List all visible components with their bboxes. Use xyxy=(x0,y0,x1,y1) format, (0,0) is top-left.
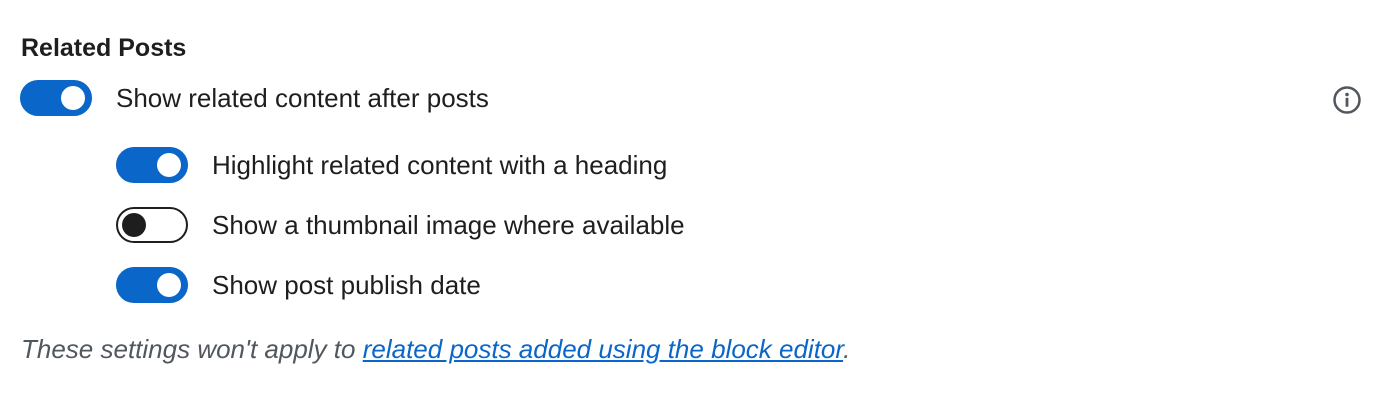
settings-note: These settings won't apply to related po… xyxy=(21,331,850,367)
show-publish-date-label: Show post publish date xyxy=(212,270,481,300)
toggle-knob xyxy=(157,153,181,177)
note-suffix: . xyxy=(843,334,851,364)
show-publish-date-toggle[interactable] xyxy=(116,267,188,303)
publish-date-row: Show post publish date xyxy=(116,267,481,303)
toggle-knob xyxy=(157,273,181,297)
thumbnail-row: Show a thumbnail image where available xyxy=(116,207,685,243)
section-title: Related Posts xyxy=(21,34,187,62)
note-prefix: These settings won't apply to xyxy=(21,334,363,364)
show-related-content-label: Show related content after posts xyxy=(116,83,489,113)
block-editor-link[interactable]: related posts added using the block edit… xyxy=(363,334,843,364)
toggle-knob xyxy=(122,213,146,237)
highlight-heading-row: Highlight related content with a heading xyxy=(116,147,667,183)
info-icon[interactable] xyxy=(1332,85,1362,115)
show-thumbnail-label: Show a thumbnail image where available xyxy=(212,210,685,240)
highlight-heading-toggle[interactable] xyxy=(116,147,188,183)
toggle-knob xyxy=(61,86,85,110)
show-thumbnail-toggle[interactable] xyxy=(116,207,188,243)
show-related-content-toggle[interactable] xyxy=(20,80,92,116)
related-content-row: Show related content after posts xyxy=(20,80,489,116)
highlight-heading-label: Highlight related content with a heading xyxy=(212,150,668,180)
